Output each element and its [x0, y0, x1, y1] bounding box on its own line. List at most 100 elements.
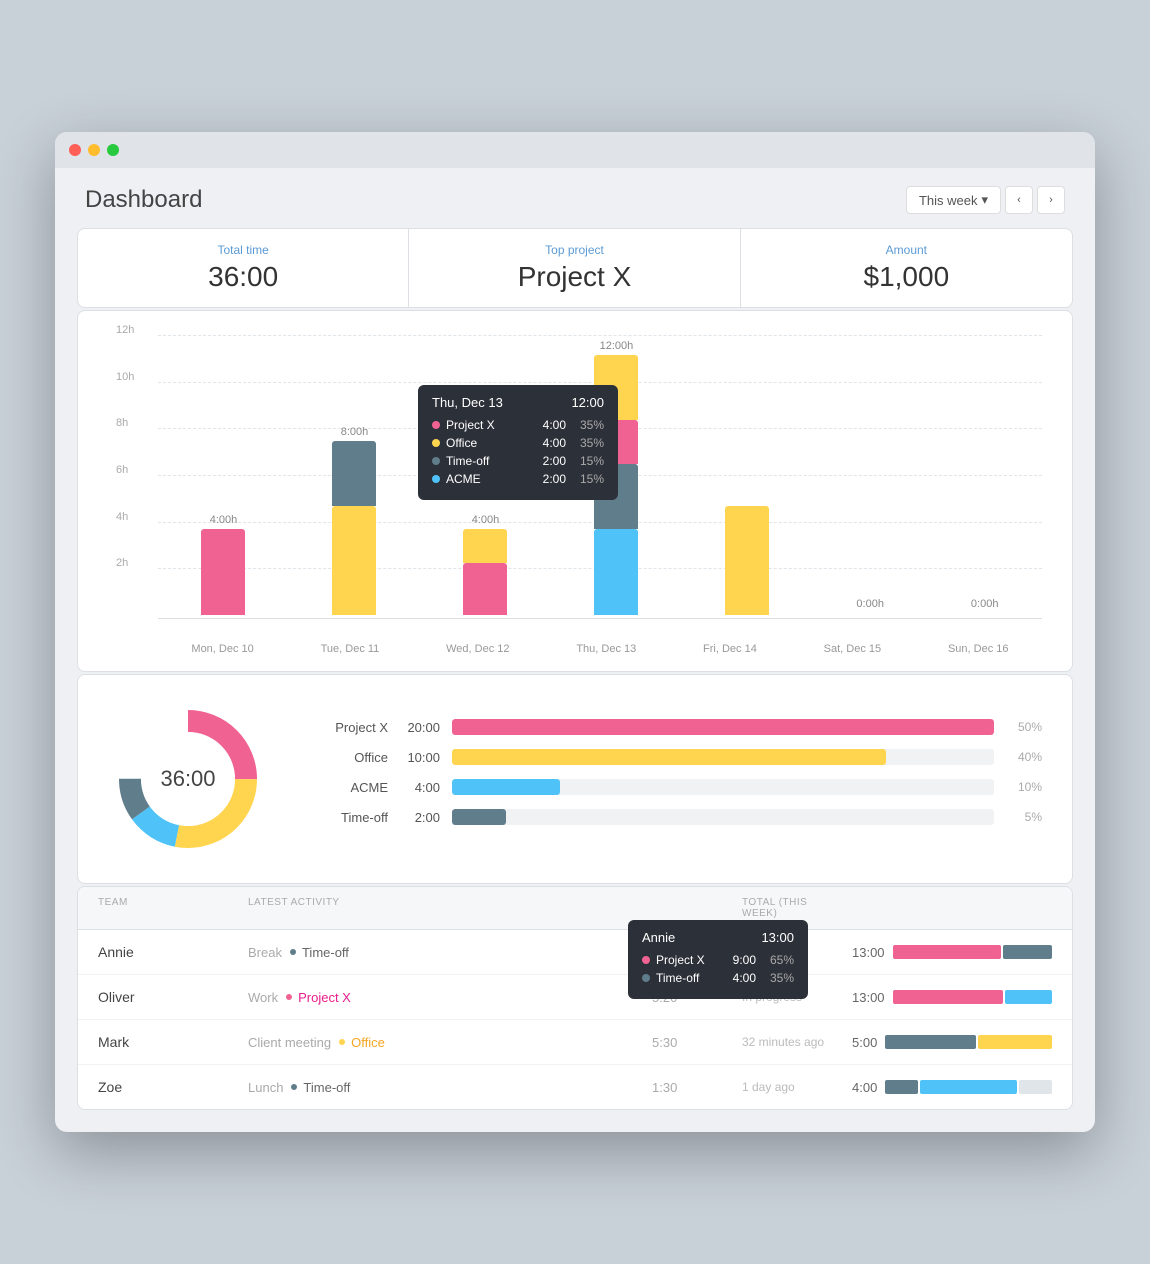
tooltip-total: 12:00	[571, 395, 604, 410]
week-controls: This week ▾ ‹ ›	[906, 186, 1065, 214]
minimize-btn[interactable]	[88, 144, 100, 156]
bar-top-label: 8:00h	[341, 426, 369, 438]
project-time: 4:00	[400, 780, 440, 795]
bar-group[interactable]: 4:00h	[463, 514, 507, 615]
bar-segment	[201, 529, 245, 615]
mini-bar-segment	[885, 1035, 976, 1049]
tooltip-row-timeoff: Time-off 2:00 15%	[432, 454, 604, 468]
week-selector-button[interactable]: This week ▾	[906, 186, 1001, 214]
activity-dot	[290, 949, 296, 955]
bar-segment	[463, 563, 507, 615]
top-project-value: Project X	[429, 261, 719, 293]
activity-project[interactable]: Time-off	[302, 945, 349, 960]
mini-bar-segment	[893, 990, 1003, 1004]
prev-week-button[interactable]: ‹	[1005, 186, 1033, 214]
th-total: TOTAL (THIS WEEK)	[742, 897, 842, 919]
total-col: 5:00	[852, 1035, 1052, 1050]
table-row: Mark Client meeting Office 5:30 32 minut…	[78, 1020, 1072, 1065]
tooltip-val: 9:00	[724, 953, 756, 967]
annie-tooltip-header: Annie 13:00	[642, 930, 794, 945]
top-project-label: Top project	[429, 243, 719, 257]
table-row: Annie Break Time-off 0:10 In progress 13…	[78, 930, 1072, 975]
tooltip-val: 4:00	[724, 971, 756, 985]
tooltip-name: Time-off	[656, 971, 718, 985]
project-name: ACME	[308, 780, 388, 795]
chart-card: 12h10h8h6h4h2h 4:00h8:00h4:00h12:00h0:00…	[77, 310, 1073, 672]
mini-bar-segment	[893, 945, 1002, 959]
y-label: 12h	[116, 324, 134, 336]
bar-group[interactable]: 4:00h	[201, 514, 245, 615]
project-row: Project X 20:00 50%	[308, 719, 1042, 735]
total-time: 13:00	[852, 990, 885, 1005]
total-time-value: 36:00	[98, 261, 388, 293]
y-label: 6h	[116, 464, 128, 476]
team-member-name: Annie	[98, 944, 238, 960]
mini-bar-segment	[978, 1035, 1052, 1049]
week-label: This week	[919, 193, 978, 208]
team-table-header: TEAM LATEST ACTIVITY TOTAL (THIS WEEK)	[78, 887, 1072, 930]
activity-project[interactable]: Office	[351, 1035, 385, 1050]
annie-total: 13:00	[761, 930, 794, 945]
mini-bar-segment	[1005, 990, 1052, 1004]
chart-tooltip: Thu, Dec 13 12:00 Project X 4:00 35% Off…	[418, 385, 618, 500]
bar-group[interactable]	[725, 503, 769, 615]
project-bar-fill	[452, 779, 560, 795]
total-time: 5:00	[852, 1035, 877, 1050]
x-label: Sat, Dec 15	[824, 643, 881, 655]
th-team: TEAM	[98, 897, 238, 919]
project-name: Time-off	[308, 810, 388, 825]
activity-time: 5:30	[652, 1035, 732, 1050]
activity-type: Work	[248, 990, 278, 1005]
x-label: Wed, Dec 12	[446, 643, 509, 655]
mini-bar	[885, 1035, 1052, 1049]
x-labels: Mon, Dec 10Tue, Dec 11Wed, Dec 12Thu, De…	[158, 619, 1042, 655]
activity-type: Lunch	[248, 1080, 283, 1095]
project-pct: 50%	[1006, 720, 1042, 734]
tooltip-val-timeoff: 2:00	[534, 454, 566, 468]
tooltip-val-acme: 2:00	[534, 472, 566, 486]
tooltip-dot	[642, 974, 650, 982]
project-pct: 40%	[1006, 750, 1042, 764]
x-label: Fri, Dec 14	[703, 643, 757, 655]
activity-project[interactable]: Project X	[298, 990, 351, 1005]
annie-tooltip-row: Time-off 4:00 35%	[642, 971, 794, 985]
bar-segment	[332, 441, 376, 506]
total-col: 13:00	[852, 945, 1052, 960]
bar-segment	[594, 529, 638, 615]
donut-chart: 36:00	[108, 699, 268, 859]
bar-segment	[463, 529, 507, 563]
tooltip-pct-acme: 15%	[572, 472, 604, 486]
total-col: 4:00	[852, 1080, 1052, 1095]
tooltip-pct-projectx: 35%	[572, 418, 604, 432]
bar-group[interactable]: 0:00h	[856, 598, 884, 615]
amount-stat: Amount $1,000	[741, 229, 1072, 307]
top-project-stat: Top project Project X	[409, 229, 740, 307]
x-label: Tue, Dec 11	[321, 643, 380, 655]
bar-group[interactable]: 0:00h	[971, 598, 999, 615]
stats-card: Total time 36:00 Top project Project X A…	[77, 228, 1073, 308]
team-member-name: Zoe	[98, 1079, 238, 1095]
tooltip-val-office: 4:00	[534, 436, 566, 450]
tooltip-date: Thu, Dec 13	[432, 395, 503, 410]
main-content: Total time 36:00 Top project Project X A…	[55, 228, 1095, 1132]
bar-stack	[332, 441, 376, 615]
bar-top-label: 4:00h	[210, 514, 238, 526]
maximize-btn[interactable]	[107, 144, 119, 156]
next-week-button[interactable]: ›	[1037, 186, 1065, 214]
team-member-name: Oliver	[98, 989, 238, 1005]
activity-cell: Work Project X	[248, 990, 642, 1005]
tooltip-row-office: Office 4:00 35%	[432, 436, 604, 450]
tooltip-dot	[642, 956, 650, 964]
close-btn[interactable]	[69, 144, 81, 156]
tooltip-dot-timeoff	[432, 457, 440, 465]
tooltip-row-projectx: Project X 4:00 35%	[432, 418, 604, 432]
activity-project[interactable]: Time-off	[303, 1080, 350, 1095]
tooltip-pct: 65%	[762, 953, 794, 967]
bar-group[interactable]: 8:00h	[332, 426, 376, 615]
y-label: 10h	[116, 371, 134, 383]
tooltip-name-office: Office	[446, 436, 528, 450]
tooltip-pct: 35%	[762, 971, 794, 985]
total-time: 4:00	[852, 1080, 877, 1095]
tooltip-row-acme: ACME 2:00 15%	[432, 472, 604, 486]
tooltip-dot-office	[432, 439, 440, 447]
